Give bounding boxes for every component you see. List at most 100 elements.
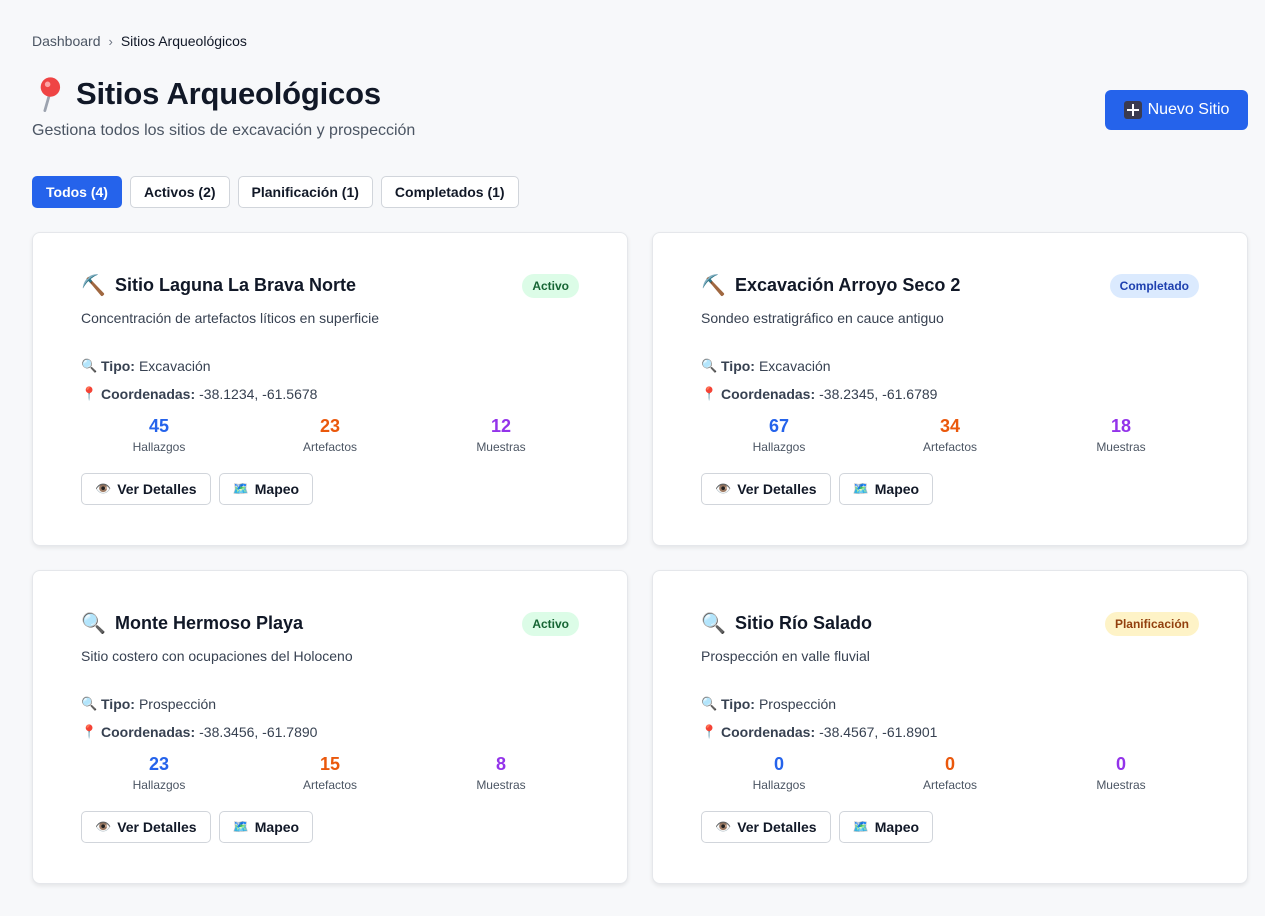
plus-icon [1123,101,1142,119]
eye-icon: 👁️ [95,819,112,834]
eye-icon: 👁️ [715,481,732,496]
view-details-button[interactable]: 👁️ Ver Detalles [81,473,211,505]
stat-artefactos-value: 34 [939,416,961,436]
stat-muestras: 12 Muestras [421,416,581,454]
page-subtitle: Gestiona todos los sitios de excavación … [32,122,416,139]
page-header: Sitios Arqueológicos [32,76,381,112]
breadcrumb-current: Sitios Arqueológicos [120,33,247,49]
stat-artefactos-label: Artefactos [922,440,978,454]
mapping-button[interactable]: 🗺️ Mapeo [218,811,314,843]
site-type-label: Tipo: [721,696,755,712]
site-actions: 👁️ Ver Detalles 🗺️ Mapeo [81,473,314,505]
stat-artefactos-label: Artefactos [922,778,978,792]
mapping-button[interactable]: 🗺️ Mapeo [838,811,934,843]
site-coordinates-row: 📍 Coordenadas: -38.4567, -61.8901 [701,724,937,740]
breadcrumb: Dashboard › Sitios Arqueológicos [32,33,247,49]
stat-muestras-label: Muestras [476,778,526,792]
filter-tabs: Todos (4) Activos (2) Planificación (1) … [32,176,519,208]
site-name[interactable]: Sitio Laguna La Brava Norte [115,275,356,296]
site-stats: 45 Hallazgos 23 Artefactos 12 Muestras [81,416,581,458]
mapping-label: Mapeo [254,819,300,835]
status-badge: Completado [1109,274,1199,298]
site-name[interactable]: Monte Hermoso Playa [115,613,303,634]
site-description: Prospección en valle fluvial [701,648,870,664]
stat-muestras-label: Muestras [476,440,526,454]
view-details-label: Ver Detalles [737,481,817,497]
site-type-row: 🔍 Tipo: Excavación [81,358,211,374]
page-title: Sitios Arqueológicos [76,76,381,111]
view-details-button[interactable]: 👁️ Ver Detalles [701,811,831,843]
stat-muestras: 8 Muestras [421,754,581,792]
breadcrumb-root-link[interactable]: Dashboard [32,33,101,49]
map-pin-icon: 📍 [701,386,718,401]
site-coordinates-value: -38.2345, -61.6789 [819,386,938,402]
site-card-header: ⛏️ Excavación Arroyo Seco 2 [701,273,960,298]
filter-tab-planificacion[interactable]: Planificación (1) [237,176,373,208]
stat-artefactos: 23 Artefactos [250,416,410,454]
site-coordinates-value: -38.3456, -61.7890 [199,724,318,740]
filter-tab-completados[interactable]: Completados (1) [380,176,519,208]
map-pin-icon: 📍 [701,724,718,739]
view-details-button[interactable]: 👁️ Ver Detalles [701,473,831,505]
site-name[interactable]: Sitio Río Salado [735,613,872,634]
magnifier-icon: 🔍 [81,358,98,373]
stat-muestras: 0 Muestras [1041,754,1201,792]
magnifier-icon: 🔍 [701,358,718,373]
eye-icon: 👁️ [715,819,732,834]
stat-hallazgos: 0 Hallazgos [699,754,859,792]
view-details-label: Ver Detalles [117,481,197,497]
stat-hallazgos-label: Hallazgos [752,440,806,454]
pickaxe-icon: ⛏️ [701,275,726,297]
view-details-label: Ver Detalles [737,819,817,835]
site-stats: 67 Hallazgos 34 Artefactos 18 Muestras [701,416,1201,458]
stat-artefactos-value: 23 [319,416,341,436]
map-icon: 🗺️ [852,819,869,834]
site-coordinates-row: 📍 Coordenadas: -38.2345, -61.6789 [701,386,937,402]
stat-hallazgos-value: 67 [768,416,790,436]
site-description: Sitio costero con ocupaciones del Holoce… [81,648,353,664]
filter-tab-todos[interactable]: Todos (4) [32,176,122,208]
site-type-value: Prospección [138,696,217,712]
view-details-label: Ver Detalles [117,819,197,835]
pickaxe-icon: ⛏️ [81,275,106,297]
site-coordinates-row: 📍 Coordenadas: -38.3456, -61.7890 [81,724,317,740]
stat-muestras-value: 12 [490,416,512,436]
stat-artefactos-label: Artefactos [302,440,358,454]
site-coordinates-value: -38.4567, -61.8901 [819,724,938,740]
site-coordinates-label: Coordenadas: [721,386,816,402]
site-coordinates-label: Coordenadas: [101,386,196,402]
status-badge: Activo [522,274,579,298]
stat-hallazgos-value: 45 [148,416,170,436]
stat-muestras-value: 8 [495,754,506,774]
map-icon: 🗺️ [852,481,869,496]
status-badge: Activo [522,612,579,636]
site-actions: 👁️ Ver Detalles 🗺️ Mapeo [701,473,934,505]
site-name[interactable]: Excavación Arroyo Seco 2 [735,275,960,296]
site-card-header: 🔍 Monte Hermoso Playa [81,611,303,636]
magnifier-icon: 🔍 [81,613,106,635]
site-coordinates-value: -38.1234, -61.5678 [199,386,318,402]
status-badge: Planificación [1104,612,1199,636]
map-pin-icon: 📍 [81,724,98,739]
filter-tab-activos[interactable]: Activos (2) [129,176,230,208]
stat-hallazgos-value: 0 [773,754,784,774]
site-actions: 👁️ Ver Detalles 🗺️ Mapeo [81,811,314,843]
mapping-button[interactable]: 🗺️ Mapeo [218,473,314,505]
map-icon: 🗺️ [232,481,249,496]
magnifier-icon: 🔍 [701,613,726,635]
site-card: ⛏️ Sitio Laguna La Brava Norte Activo Co… [32,232,628,546]
stat-artefactos: 34 Artefactos [870,416,1030,454]
site-coordinates-row: 📍 Coordenadas: -38.1234, -61.5678 [81,386,317,402]
site-type-label: Tipo: [101,696,135,712]
mapping-button[interactable]: 🗺️ Mapeo [838,473,934,505]
stat-muestras-label: Muestras [1096,440,1146,454]
stat-hallazgos-label: Hallazgos [132,440,186,454]
mapping-label: Mapeo [254,481,300,497]
view-details-button[interactable]: 👁️ Ver Detalles [81,811,211,843]
stat-muestras-value: 0 [1115,754,1126,774]
site-stats: 23 Hallazgos 15 Artefactos 8 Muestras [81,754,581,796]
site-type-value: Prospección [758,696,837,712]
site-card: 🔍 Monte Hermoso Playa Activo Sitio coste… [32,570,628,884]
stat-artefactos-label: Artefactos [302,778,358,792]
new-site-button[interactable]: Nuevo Sitio [1105,90,1248,130]
